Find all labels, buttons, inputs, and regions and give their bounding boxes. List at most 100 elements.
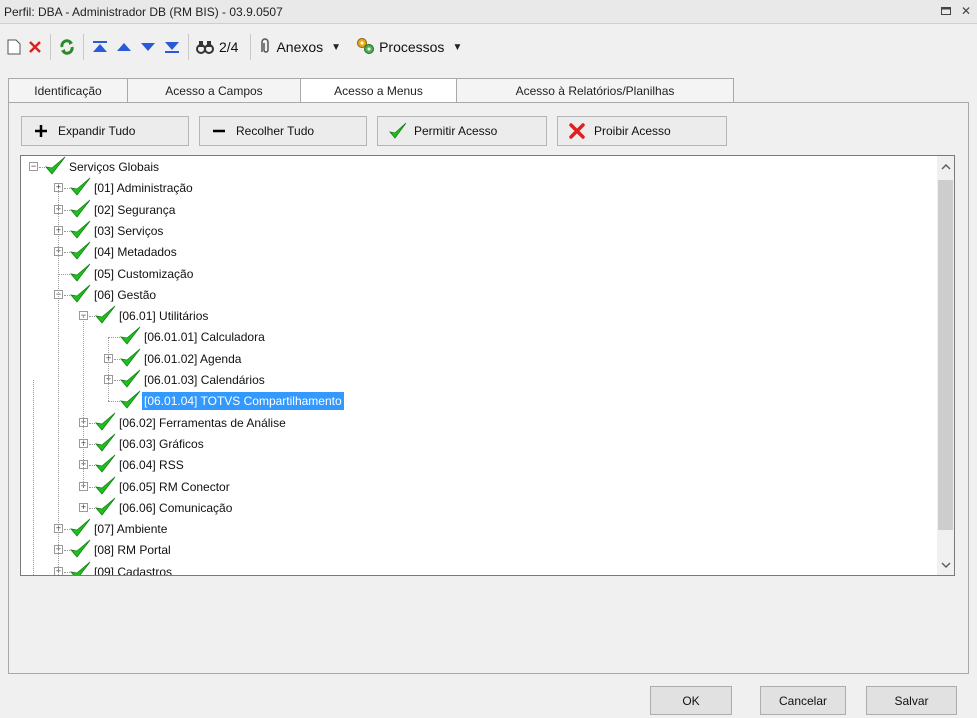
access-granted-check-icon[interactable] [119, 390, 141, 410]
tree-node[interactable]: [09] Cadastros [92, 563, 174, 575]
tree-node[interactable]: Serviços Globais [67, 158, 161, 176]
tree-guide-line [58, 188, 59, 575]
access-granted-check-icon[interactable] [69, 518, 91, 538]
access-granted-check-icon[interactable] [94, 476, 116, 496]
toolbar-divider [83, 34, 84, 60]
menu-tree[interactable]: − Serviços Globais + [01] Administração + [02… [20, 155, 955, 576]
tab-acesso-campos[interactable]: Acesso a Campos [127, 78, 301, 102]
access-granted-check-icon[interactable] [69, 284, 91, 304]
tree-node-selected[interactable]: [06.01.04] TOTVS Compartilhamento [142, 392, 344, 411]
tree-node[interactable]: [06.04] RSS [117, 456, 186, 474]
anexos-label: Anexos [276, 39, 324, 55]
tab-acesso-menus[interactable]: Acesso a Menus [300, 78, 457, 103]
access-granted-check-icon[interactable] [69, 561, 91, 575]
access-granted-check-icon[interactable] [119, 369, 141, 389]
anexos-menu[interactable]: Anexos ▼ [255, 33, 344, 61]
title-bar: Perfil: DBA - Administrador DB (RM BIS) … [0, 0, 977, 24]
tree-node[interactable]: [08] RM Portal [92, 541, 173, 559]
access-granted-check-icon[interactable] [94, 454, 116, 474]
next-record-icon[interactable] [136, 33, 160, 61]
tree-node[interactable]: [05] Customização [92, 265, 195, 283]
tab-label: Acesso a Menus [334, 84, 423, 98]
access-granted-check-icon[interactable] [69, 220, 91, 240]
collapse-all-button[interactable]: Recolher Tudo [199, 116, 367, 146]
access-granted-check-icon[interactable] [69, 177, 91, 197]
deny-access-label: Proibir Acesso [594, 124, 671, 138]
new-icon[interactable] [4, 33, 24, 61]
tree-guide-line [108, 337, 109, 402]
save-button[interactable]: Salvar [866, 686, 957, 715]
tab-label: Acesso à Relatórios/Planilhas [515, 83, 675, 98]
access-granted-check-icon[interactable] [94, 305, 116, 325]
ok-button[interactable]: OK [650, 686, 732, 715]
plus-icon [32, 122, 50, 140]
scroll-down-icon[interactable] [937, 556, 954, 573]
expand-all-label: Expandir Tudo [58, 124, 136, 138]
scroll-thumb[interactable] [938, 180, 953, 530]
tab-acesso-relatorios[interactable]: Acesso à Relatórios/Planilhas [456, 78, 734, 102]
find-icon[interactable] [193, 33, 217, 61]
access-granted-check-icon[interactable] [69, 263, 91, 283]
tree-node[interactable]: [03] Serviços [92, 222, 165, 240]
tab-label: Identificação [34, 83, 102, 98]
tree-node[interactable]: [06.01.01] Calculadora [142, 328, 267, 346]
tab-label: Acesso a Campos [165, 83, 263, 98]
paperclip-icon [258, 37, 272, 58]
toolbar-divider [50, 34, 51, 60]
scroll-up-icon[interactable] [937, 158, 954, 175]
access-granted-check-icon[interactable] [94, 433, 116, 453]
toolbar-divider [188, 34, 189, 60]
access-granted-check-icon[interactable] [69, 199, 91, 219]
toolbar-divider [250, 34, 252, 60]
minus-icon [210, 122, 228, 140]
tree-node[interactable]: [06.06] Comunicação [117, 499, 234, 517]
access-granted-check-icon[interactable] [94, 497, 116, 517]
chevron-down-icon: ▼ [452, 41, 463, 53]
tab-strip: Identificação Acesso a Campos Acesso a M… [8, 78, 734, 103]
cancel-button[interactable]: Cancelar [760, 686, 846, 715]
tree-node[interactable]: [06.05] RM Conector [117, 478, 232, 496]
save-label: Salvar [894, 693, 929, 708]
tree-node[interactable]: [01] Administração [92, 179, 195, 197]
tree-node[interactable]: [06.01.03] Calendários [142, 371, 267, 389]
cancel-label: Cancelar [778, 693, 828, 708]
refresh-icon[interactable] [55, 33, 79, 61]
tree-node[interactable]: [06.01.02] Agenda [142, 350, 243, 368]
access-granted-check-icon[interactable] [119, 326, 141, 346]
first-record-icon[interactable] [88, 33, 112, 61]
tree-node[interactable]: [02] Segurança [92, 201, 177, 219]
expand-node-icon[interactable]: + [79, 502, 88, 512]
access-granted-check-icon[interactable] [119, 348, 141, 368]
tree-node[interactable]: [06] Gestão [92, 286, 158, 304]
collapse-node-icon[interactable]: − [29, 162, 38, 171]
processos-menu[interactable]: Processos ▼ [352, 33, 465, 61]
restore-icon[interactable] [939, 4, 953, 18]
close-window-icon[interactable]: ✕ [959, 4, 973, 18]
ok-label: OK [682, 693, 700, 708]
collapse-all-label: Recolher Tudo [236, 124, 315, 138]
tree-node[interactable]: [06.01] Utilitários [117, 307, 210, 325]
allow-access-label: Permitir Acesso [414, 124, 498, 138]
access-granted-check-icon[interactable] [44, 156, 66, 176]
access-granted-check-icon[interactable] [69, 241, 91, 261]
access-granted-check-icon[interactable] [94, 412, 116, 432]
tree-node[interactable]: [07] Ambiente [92, 520, 169, 538]
allow-access-button[interactable]: Permitir Acesso [377, 116, 547, 146]
delete-icon[interactable] [24, 33, 46, 61]
tree-guide-line [33, 380, 34, 575]
expand-all-button[interactable]: Expandir Tudo [21, 116, 189, 146]
vertical-scrollbar[interactable] [937, 156, 954, 575]
action-bar: Expandir Tudo Recolher Tudo Permitir Ace… [21, 116, 727, 146]
record-position: 2/4 [219, 39, 239, 55]
tree-node[interactable]: [04] Metadados [92, 243, 179, 261]
tree-node[interactable]: [06.02] Ferramentas de Análise [117, 414, 288, 432]
deny-access-button[interactable]: Proibir Acesso [557, 116, 727, 146]
gears-icon [355, 36, 375, 59]
last-record-icon[interactable] [160, 33, 184, 61]
toolbar: 2/4 Anexos ▼ Processos ▼ [0, 24, 977, 70]
tree-node[interactable]: [06.03] Gráficos [117, 435, 206, 453]
tab-identificacao[interactable]: Identificação [8, 78, 128, 102]
previous-record-icon[interactable] [112, 33, 136, 61]
check-icon [388, 122, 406, 140]
access-granted-check-icon[interactable] [69, 539, 91, 559]
